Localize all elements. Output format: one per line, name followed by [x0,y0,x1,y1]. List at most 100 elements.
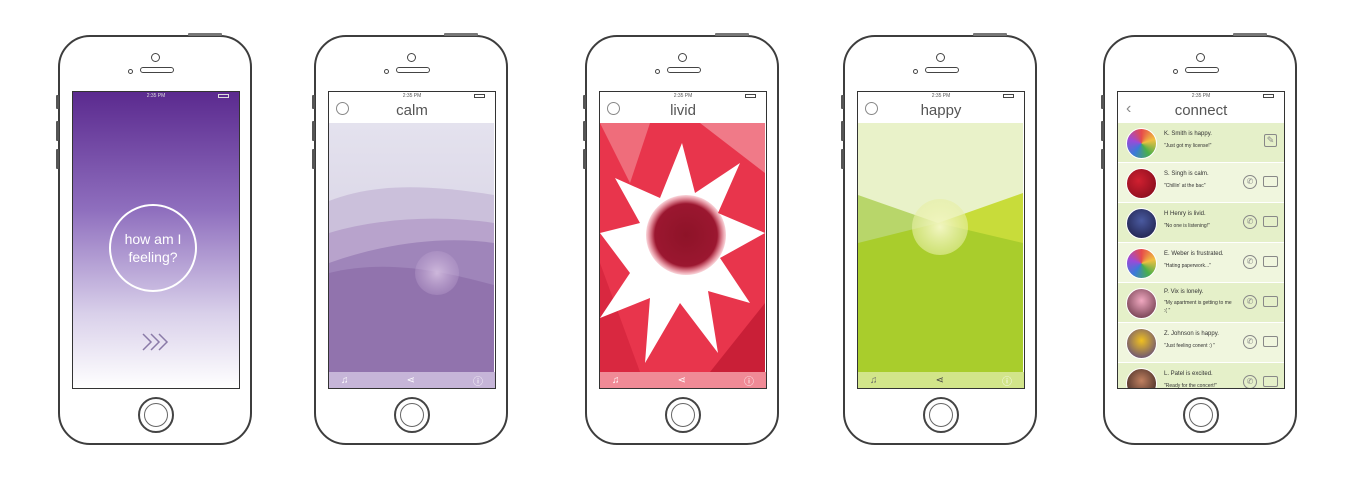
status-text: L. Patel is excited. [1164,371,1213,377]
phone-icon[interactable]: ✆ [1243,375,1257,388]
message-text: "Hating paperwork..." [1164,263,1211,269]
status-text: P. Vix is lonely. [1164,289,1204,295]
battery-icon [1263,94,1274,98]
message-text: "My apartment is getting to me :( " [1164,300,1232,314]
status-bar: 2:35 PM [600,92,766,100]
status-bar: 2:35 PM [73,92,239,100]
calm-visual [329,123,495,372]
connect-title: connect [1174,102,1228,119]
status-time: 2:35 PM [1191,93,1211,99]
proximity-sensor [1173,69,1178,74]
home-button[interactable] [1183,397,1219,433]
mood-title: calm [396,102,428,119]
front-camera [936,53,945,62]
status-bar: 2:35 PM [1118,92,1284,100]
home-button[interactable] [665,397,701,433]
list-item[interactable]: Z. Johnson is happy. "Just feeling conen… [1118,323,1284,363]
list-item[interactable]: K. Smith is happy. "Just got my license!… [1118,123,1284,163]
front-camera [407,53,416,62]
music-icon[interactable]: ♫ [870,375,878,386]
chat-icon[interactable] [1263,176,1278,187]
info-icon[interactable]: ⓘ [473,373,483,388]
phone-connect: 2:35 PM ‹ connect K. Smith is happy. "Ju… [1101,33,1297,445]
avatar [1126,128,1157,159]
battery-icon [218,94,229,98]
calm-screen: 2:35 PM calm ♫ ⋖ ⓘ [328,91,496,389]
feeling-circle-button[interactable]: how am I feeling? [109,204,197,292]
battery-icon [745,94,756,98]
happy-screen: 2:35 PM happy ♫ ⋖ ⓘ [857,91,1025,389]
list-item[interactable]: L. Patel is excited. "Ready for the conc… [1118,363,1284,389]
battery-icon [474,94,485,98]
avatar [1126,288,1157,319]
chat-icon[interactable] [1263,336,1278,347]
info-icon[interactable]: ⓘ [1002,373,1012,388]
phone-livid: 2:35 PM livid ♫ ⋖ ⓘ [583,33,779,445]
status-bar: 2:35 PM [329,92,495,100]
share-icon[interactable]: ⋖ [407,375,415,386]
phone-icon[interactable]: ✆ [1243,175,1257,189]
status-bar: 2:35 PM [858,92,1024,100]
phone-icon[interactable]: ✆ [1243,295,1257,309]
chat-icon[interactable] [1263,256,1278,267]
avatar [1126,248,1157,279]
share-icon[interactable]: ⋖ [678,375,686,386]
happy-toolbar: ♫ ⋖ ⓘ [858,372,1024,388]
avatar [1126,168,1157,199]
calm-toolbar: ♫ ⋖ ⓘ [329,372,495,388]
mood-title: livid [670,102,696,119]
phone-icon[interactable]: ✆ [1243,335,1257,349]
music-icon[interactable]: ♫ [612,375,620,386]
proximity-sensor [655,69,660,74]
earpiece-speaker [667,67,701,73]
message-text: "Just got my license!" [1164,143,1212,149]
status-text: H Henry is livid. [1164,211,1206,217]
message-text: "Ready for the concert!" [1164,383,1217,389]
feeling-prompt: how am I feeling? [124,231,182,265]
chat-icon[interactable] [1263,296,1278,307]
phone-icon[interactable]: ✆ [1243,255,1257,269]
status-time: 2:35 PM [931,93,951,99]
intro-screen: 2:35 PM how am I feeling? [72,91,240,389]
share-icon[interactable]: ⋖ [936,375,944,386]
proximity-sensor [384,69,389,74]
connect-header: ‹ connect [1118,100,1284,123]
music-icon[interactable]: ♫ [341,375,349,386]
earpiece-speaker [396,67,430,73]
phone-calm: 2:35 PM calm ♫ ⋖ ⓘ [312,33,508,445]
status-text: E. Weber is frustrated. [1164,251,1224,257]
status-text: Z. Johnson is happy. [1164,331,1219,337]
chat-icon[interactable] [1263,216,1278,227]
friends-list: K. Smith is happy. "Just got my license!… [1118,123,1284,388]
livid-header: livid [600,100,766,123]
earpiece-speaker [925,67,959,73]
status-time: 2:35 PM [673,93,693,99]
phone-icon[interactable]: ✆ [1243,215,1257,229]
list-item[interactable]: E. Weber is frustrated. "Hating paperwor… [1118,243,1284,283]
front-camera [1196,53,1205,62]
proximity-sensor [913,69,918,74]
message-text: "Just feeling conent :) " [1164,343,1216,349]
status-time: 2:35 PM [146,93,166,99]
status-text: S. Singh is calm. [1164,171,1209,177]
connect-screen: 2:35 PM ‹ connect K. Smith is happy. "Ju… [1117,91,1285,389]
avatar [1126,368,1157,388]
battery-icon [1003,94,1014,98]
info-icon[interactable]: ⓘ [744,373,754,388]
phone-happy: 2:35 PM happy ♫ ⋖ ⓘ [841,33,1037,445]
status-time: 2:35 PM [402,93,422,99]
list-item[interactable]: S. Singh is calm. "Chillin' at the bac" … [1118,163,1284,203]
home-button[interactable] [138,397,174,433]
chevron-right-icon[interactable] [141,332,173,352]
home-button[interactable] [923,397,959,433]
chat-icon[interactable] [1263,376,1278,387]
list-item[interactable]: H Henry is livid. "No one is listening!"… [1118,203,1284,243]
list-item[interactable]: P. Vix is lonely. "My apartment is getti… [1118,283,1284,323]
mood-title: happy [920,102,962,119]
edit-icon[interactable]: ✎ [1264,134,1277,147]
home-button[interactable] [394,397,430,433]
front-camera [678,53,687,62]
earpiece-speaker [1185,67,1219,73]
livid-screen: 2:35 PM livid ♫ ⋖ ⓘ [599,91,767,389]
proximity-sensor [128,69,133,74]
